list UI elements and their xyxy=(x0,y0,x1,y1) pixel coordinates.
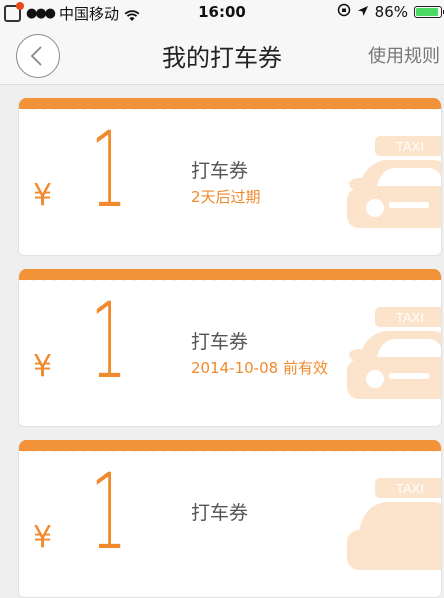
svg-text:TAXI: TAXI xyxy=(396,310,424,325)
coupon-validity: 2天后过期 xyxy=(191,188,261,206)
coupon-card[interactable]: TAXI ¥ 1 打车券 2014-10-08 前有效 xyxy=(18,269,442,427)
taxi-icon: TAXI xyxy=(347,136,441,228)
coupon-amount: 1 xyxy=(90,280,127,402)
svg-text:TAXI: TAXI xyxy=(396,139,424,154)
status-bar: ●●● 中国移动 16:00 86% xyxy=(0,0,444,24)
navigation-bar: 我的打车券 使用规则 xyxy=(0,24,444,85)
status-right: 86% xyxy=(337,3,444,21)
coupon-title: 打车券 xyxy=(191,331,249,353)
coupon-title: 打车券 xyxy=(191,160,249,182)
currency-symbol: ¥ xyxy=(33,178,53,213)
taxi-icon: TAXI xyxy=(347,307,441,399)
taxi-icon: TAXI xyxy=(347,478,441,570)
coupon-title: 打车券 xyxy=(191,502,249,524)
rotation-lock-icon xyxy=(337,3,351,21)
coupon-amount: 1 xyxy=(90,451,127,573)
battery-percent: 86% xyxy=(374,3,408,21)
coupon-amount: 1 xyxy=(90,109,127,231)
coupon-validity: 2014-10-08 前有效 xyxy=(191,359,328,377)
coupon-card[interactable]: TAXI ¥ 1 打车券 xyxy=(18,440,442,598)
coupon-card[interactable]: TAXI ¥ 1 打车券 2天后过期 xyxy=(18,98,442,256)
currency-symbol: ¥ xyxy=(33,520,53,555)
location-icon xyxy=(357,3,369,21)
battery-icon xyxy=(414,6,444,18)
usage-rules-link[interactable]: 使用规则 xyxy=(368,42,440,68)
svg-text:TAXI: TAXI xyxy=(396,481,424,496)
currency-symbol: ¥ xyxy=(33,349,53,384)
